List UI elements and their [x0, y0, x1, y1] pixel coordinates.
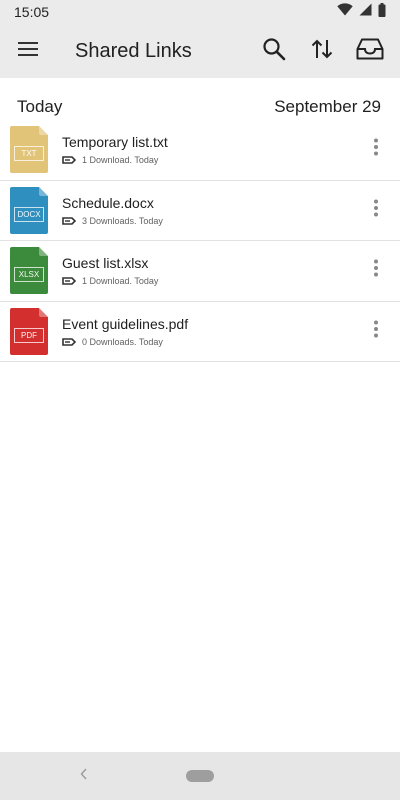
more-vert-icon — [373, 259, 379, 282]
file-row[interactable]: TXT Temporary list.txt 1 Download. Today — [0, 120, 400, 181]
file-info: Temporary list.txt 1 Download. Today — [62, 134, 356, 165]
file-extension-label: PDF — [14, 327, 44, 343]
file-download-info: 3 Downloads. Today — [82, 215, 163, 226]
link-tag-icon — [62, 277, 76, 286]
file-row[interactable]: PDF Event guidelines.pdf 0 Downloads. To… — [0, 302, 400, 362]
more-vert-icon — [373, 320, 379, 343]
file-download-info: 1 Download. Today — [82, 276, 159, 287]
file-list: TXT Temporary list.txt 1 Download. Today — [0, 120, 400, 362]
file-type-icon: TXT — [10, 126, 48, 174]
inbox-icon — [356, 38, 384, 65]
file-info: Guest list.xlsx 1 Download. Today — [62, 255, 356, 286]
link-tag-icon — [62, 337, 76, 346]
signal-icon — [359, 3, 372, 21]
search-icon — [262, 37, 286, 66]
file-list-area: Today September 29 TXT Temporary list.tx… — [0, 78, 400, 752]
more-options-button[interactable] — [356, 251, 396, 291]
app-bar: Shared Links — [0, 24, 400, 78]
file-download-info: 0 Downloads. Today — [82, 336, 163, 347]
wifi-icon — [337, 3, 353, 21]
more-vert-icon — [373, 138, 379, 161]
menu-button[interactable] — [0, 24, 56, 78]
search-button[interactable] — [250, 24, 298, 78]
group-date: September 29 — [274, 97, 381, 116]
page-title: Shared Links — [75, 39, 192, 62]
status-time: 15:05 — [14, 4, 50, 20]
file-name: Schedule.docx — [62, 194, 154, 211]
sort-button[interactable] — [298, 24, 346, 78]
group-title: Today — [17, 97, 63, 116]
status-icons — [337, 2, 386, 22]
status-bar: 15:05 — [0, 0, 400, 24]
group-header: Today September 29 — [0, 78, 400, 120]
more-options-button[interactable] — [356, 311, 396, 351]
file-meta: 3 Downloads. Today — [62, 216, 356, 226]
file-extension-label: XLSX — [14, 267, 44, 283]
file-info: Schedule.docx 3 Downloads. Today — [62, 195, 356, 226]
file-name: Event guidelines.pdf — [62, 315, 189, 332]
more-vert-icon — [373, 199, 379, 222]
file-meta: 1 Download. Today — [62, 276, 356, 286]
file-row[interactable]: DOCX Schedule.docx 3 Downloads. Today — [0, 181, 400, 241]
battery-icon — [378, 2, 386, 22]
file-name: Guest list.xlsx — [62, 255, 149, 272]
sort-icon — [310, 37, 334, 66]
inbox-button[interactable] — [346, 24, 394, 78]
file-row[interactable]: XLSX Guest list.xlsx 1 Download. Today — [0, 241, 400, 302]
file-extension-label: TXT — [14, 146, 44, 162]
system-nav-bar — [0, 752, 400, 800]
home-button[interactable] — [186, 770, 214, 782]
menu-icon — [18, 41, 38, 62]
link-tag-icon — [62, 156, 76, 165]
file-type-icon: XLSX — [10, 247, 48, 295]
file-name: Temporary list.txt — [62, 134, 168, 151]
file-info: Event guidelines.pdf 0 Downloads. Today — [62, 316, 356, 347]
file-type-icon: DOCX — [10, 186, 48, 234]
more-options-button[interactable] — [356, 190, 396, 230]
back-button[interactable] — [70, 762, 98, 790]
chevron-left-icon — [79, 767, 89, 785]
file-type-icon: PDF — [10, 307, 48, 355]
file-meta: 1 Download. Today — [62, 155, 356, 165]
link-tag-icon — [62, 216, 76, 225]
file-download-info: 1 Download. Today — [82, 155, 159, 166]
more-options-button[interactable] — [356, 130, 396, 170]
file-meta: 0 Downloads. Today — [62, 337, 356, 347]
file-extension-label: DOCX — [14, 206, 44, 222]
